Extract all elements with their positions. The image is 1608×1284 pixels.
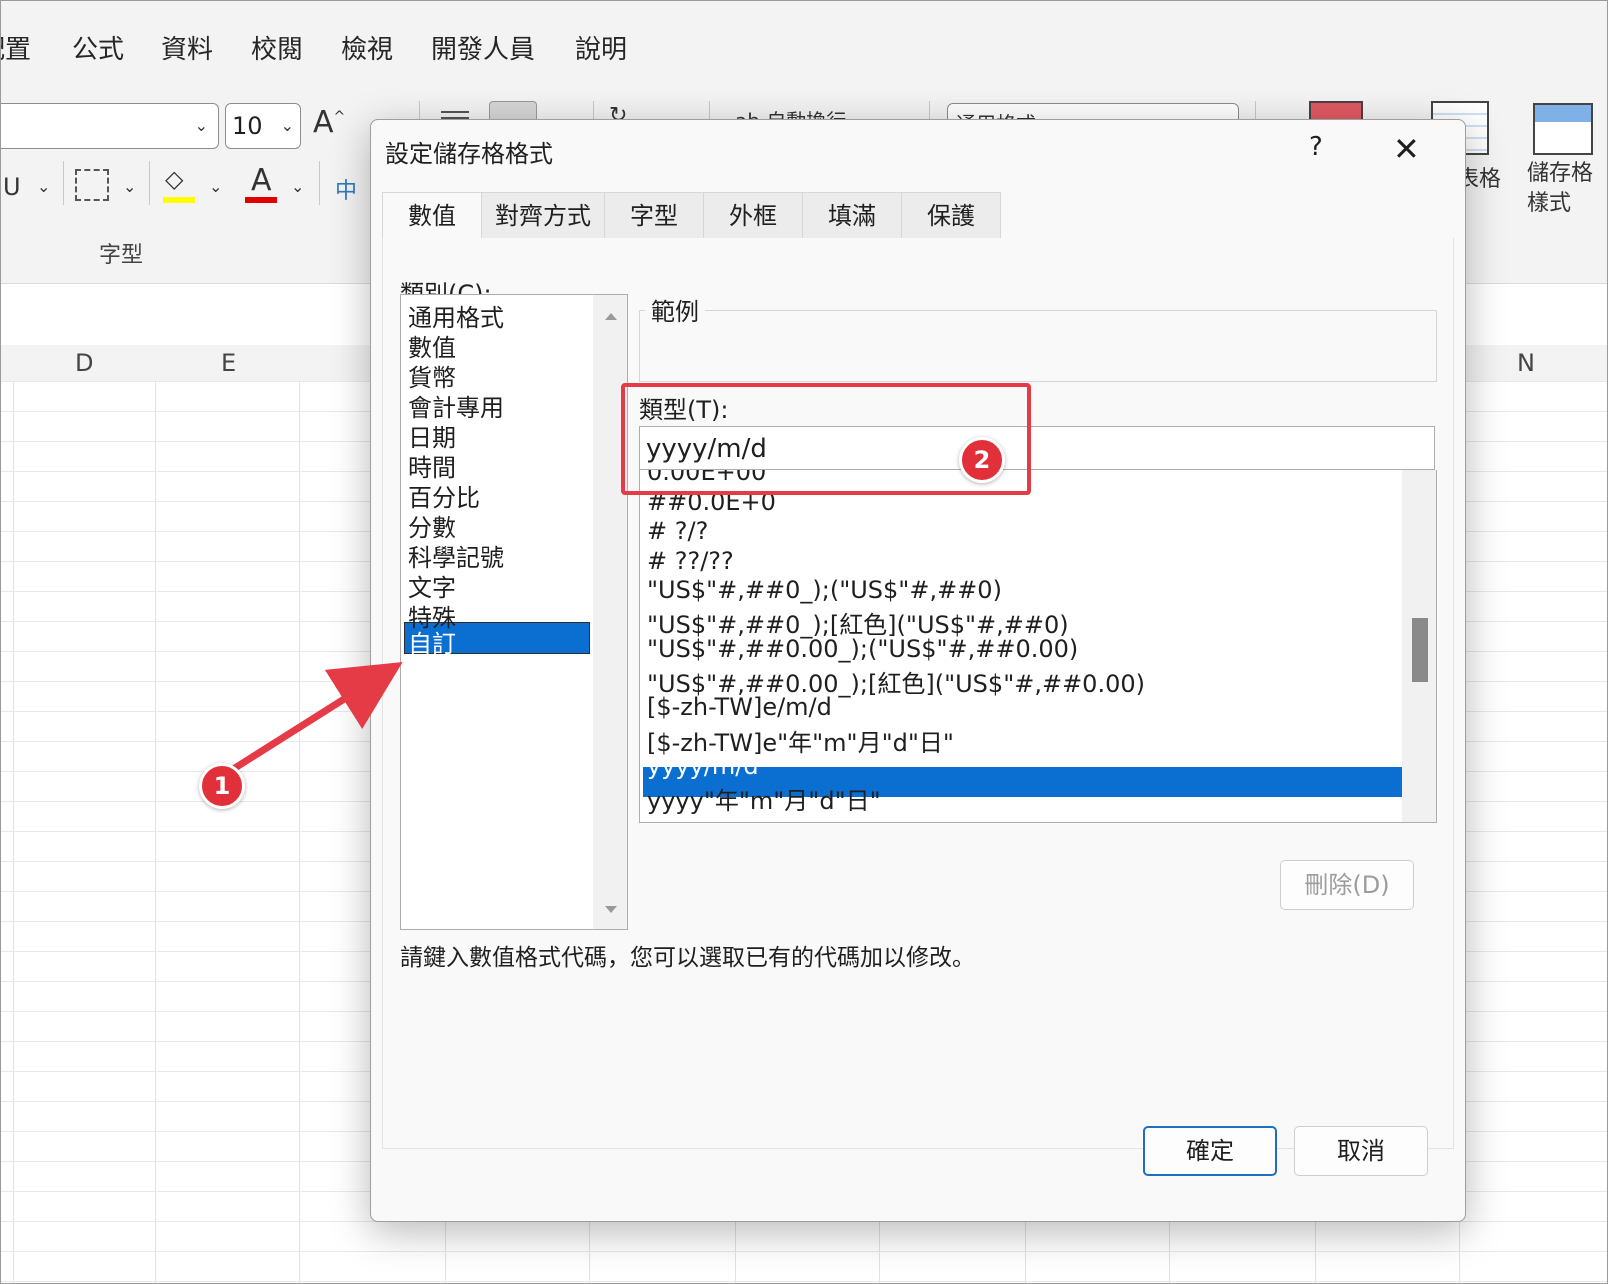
app-window: 配置 公式 資料 校閱 檢視 開發人員 說明 ⌄ 10 ⌄ A^ ↻ ab 自動… bbox=[0, 0, 1608, 1284]
step-badge-1: 1 bbox=[199, 763, 245, 809]
step-badge-2: 2 bbox=[959, 437, 1005, 483]
annotation-arrow bbox=[223, 662, 403, 777]
